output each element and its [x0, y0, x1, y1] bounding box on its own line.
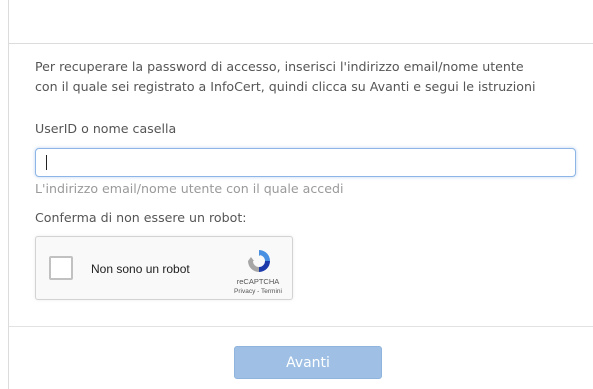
footer-divider: [9, 326, 593, 327]
top-divider: [9, 43, 593, 44]
recaptcha-checkbox[interactable]: [49, 256, 73, 280]
userid-help-text: L'indirizzo email/nome utente con il qua…: [35, 181, 344, 196]
userid-input[interactable]: [35, 148, 576, 177]
recaptcha-logo-icon: [248, 250, 270, 272]
recaptcha-terms-link[interactable]: Termini: [261, 288, 282, 295]
instructions-text: Per recuperare la password di accesso, i…: [35, 57, 575, 97]
robot-check-label: Conferma di non essere un robot:: [35, 210, 247, 225]
avanti-button[interactable]: Avanti: [234, 346, 382, 379]
instructions-line-2: con il quale sei registrato a InfoCert, …: [35, 79, 536, 94]
text-cursor: [46, 155, 47, 170]
instructions-line-1: Per recuperare la password di accesso, i…: [35, 59, 524, 74]
recaptcha-widget: Non sono un robot reCAPTCHA Privacy - Te…: [35, 236, 293, 300]
userid-label: UserID o nome casella: [35, 121, 177, 136]
password-recovery-panel: Per recuperare la password di accesso, i…: [8, 0, 593, 389]
recaptcha-checkbox-label: Non sono un robot: [91, 262, 190, 276]
recaptcha-privacy-link[interactable]: Privacy: [234, 288, 255, 295]
recaptcha-brand-text: reCAPTCHA: [236, 277, 280, 286]
recaptcha-links: Privacy - Termini: [227, 288, 289, 295]
